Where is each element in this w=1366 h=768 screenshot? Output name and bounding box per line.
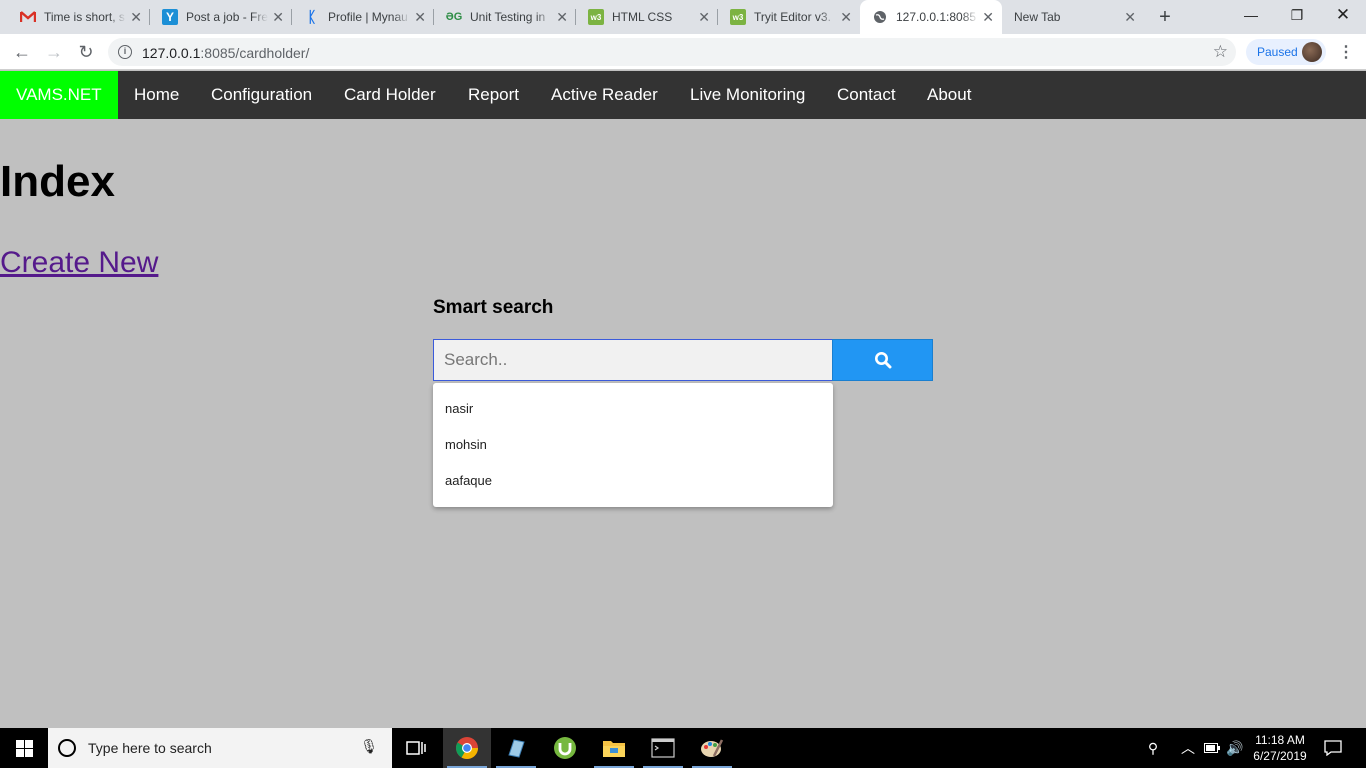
chevron-up-icon[interactable]: ︿ [1178,728,1198,768]
close-tab-icon[interactable]: ✕ [414,9,426,26]
microphone-icon[interactable]: 🎙 [360,738,378,755]
tab-title: Profile | Mynau [328,10,408,24]
url-path: :8085/cardholder/ [200,45,310,61]
profile-button[interactable]: Paused [1246,39,1326,65]
page-title: Index [0,157,115,206]
close-tab-icon[interactable]: ✕ [698,9,710,26]
close-tab-icon[interactable]: ✕ [130,9,142,26]
url-text[interactable]: 127.0.0.1:8085/cardholder/ [142,45,309,61]
browser-tab-strip: Time is short, s ✕ Y Post a job - Fre ✕ … [0,0,1366,34]
bookmark-star-icon[interactable]: ☆ [1213,42,1228,62]
file-explorer-icon[interactable] [590,728,638,768]
y-brand-icon: Y [162,9,178,25]
url-host: 127.0.0.1 [142,45,201,61]
windows-taskbar: Type here to search 🎙 ⚲ ︿ 🔊 11:18 AM 6/2… [0,728,1366,768]
nav-contact[interactable]: Contact [837,71,896,119]
browser-tab[interactable]: ƏG Unit Testing in ✕ [434,0,576,34]
back-arrow-icon[interactable]: ← [10,40,34,64]
restore-icon[interactable]: ❐ [1274,0,1320,30]
w3schools-icon: w3 [588,9,604,25]
close-tab-icon[interactable]: ✕ [840,9,852,26]
browser-tab[interactable]: Y Post a job - Fre ✕ [150,0,292,34]
nav-configuration[interactable]: Configuration [211,71,312,119]
create-new-link[interactable]: Create New [0,245,158,281]
tab-title: HTML CSS [612,10,673,24]
windows-logo-icon [15,739,33,757]
tab-title: Unit Testing in [470,10,546,24]
nav-report[interactable]: Report [468,71,519,119]
suggestion-item[interactable]: nasir [433,391,833,427]
search-icon [874,352,891,369]
forward-arrow-icon[interactable]: → [42,40,66,64]
system-clock[interactable]: 11:18 AM 6/27/2019 [1246,732,1314,764]
browser-tab[interactable]: Time is short, s ✕ [8,0,150,34]
profile-status: Paused [1257,45,1298,59]
geeksforgeeks-icon: ƏG [445,11,463,23]
battery-icon[interactable] [1202,728,1222,768]
volume-icon[interactable]: 🔊 [1224,728,1246,768]
notifications-icon[interactable] [1318,728,1348,768]
site-navbar: VAMS.NET Home Configuration Card Holder … [0,71,1366,119]
browser-toolbar: ← → ↻ i 127.0.0.1:8085/cardholder/ ☆ Pau… [0,34,1366,70]
search-button[interactable] [832,339,933,381]
minimize-icon[interactable]: — [1228,0,1274,30]
taskbar-search-box[interactable]: Type here to search 🎙 [48,728,392,768]
close-tab-icon[interactable]: ✕ [982,9,994,26]
reload-icon[interactable]: ↻ [74,40,98,64]
chrome-icon[interactable] [443,728,491,768]
tab-title: Time is short, s [44,10,125,24]
suggestion-item[interactable]: aafaque [433,463,833,499]
taskbar-search-placeholder: Type here to search [88,740,212,756]
brand-link[interactable]: VAMS.NET [0,71,118,119]
close-window-icon[interactable]: ✕ [1320,0,1366,30]
new-tab-button[interactable]: + [1154,6,1176,28]
browser-tab[interactable]: w3 Tryit Editor v3. ✕ [718,0,860,34]
people-icon[interactable]: ⚲ [1140,728,1166,768]
close-tab-icon[interactable]: ✕ [1124,9,1136,26]
terminal-icon[interactable] [639,728,687,768]
close-tab-icon[interactable]: ✕ [272,9,284,26]
nav-about[interactable]: About [927,71,971,119]
utorrent-icon[interactable] [541,728,589,768]
start-button[interactable] [0,728,48,768]
tab-title: New Tab [1014,10,1061,24]
nav-card-holder[interactable]: Card Holder [344,71,436,119]
nav-live-monitoring[interactable]: Live Monitoring [690,71,805,119]
browser-tab[interactable]: New Tab ✕ [1002,0,1144,34]
notes-app-icon[interactable] [492,728,540,768]
globe-icon [872,9,888,25]
browser-tab[interactable]: w3 HTML CSS ✕ [576,0,718,34]
close-tab-icon[interactable]: ✕ [556,9,568,26]
tab-title: Tryit Editor v3. [754,10,831,24]
clock-date: 6/27/2019 [1253,749,1307,763]
clock-time: 11:18 AM [1255,733,1305,747]
k-brand-icon: ᛕ [307,8,317,26]
address-bar[interactable]: i 127.0.0.1:8085/cardholder/ ☆ [108,38,1236,66]
tab-title: Post a job - Fre [186,10,268,24]
task-view-icon[interactable] [392,728,440,768]
paint-icon[interactable] [688,728,736,768]
suggestion-item[interactable]: mohsin [433,427,833,463]
gmail-icon [20,9,36,25]
autocomplete-dropdown: nasir mohsin aafaque [433,383,833,507]
menu-kebab-icon[interactable]: ⋮ [1338,42,1354,62]
tab-title: 127.0.0.1:8085 [896,10,977,24]
nav-home[interactable]: Home [134,71,179,119]
info-icon[interactable]: i [118,45,132,59]
smart-search-heading: Smart search [433,297,554,318]
browser-tab-active[interactable]: 127.0.0.1:8085 ✕ [860,0,1002,34]
cortana-icon [58,739,76,757]
avatar [1302,42,1322,62]
search-input[interactable] [433,339,833,381]
w3schools-icon: w3 [730,9,746,25]
browser-tab[interactable]: ᛕ Profile | Mynau ✕ [292,0,434,34]
nav-active-reader[interactable]: Active Reader [551,71,658,119]
